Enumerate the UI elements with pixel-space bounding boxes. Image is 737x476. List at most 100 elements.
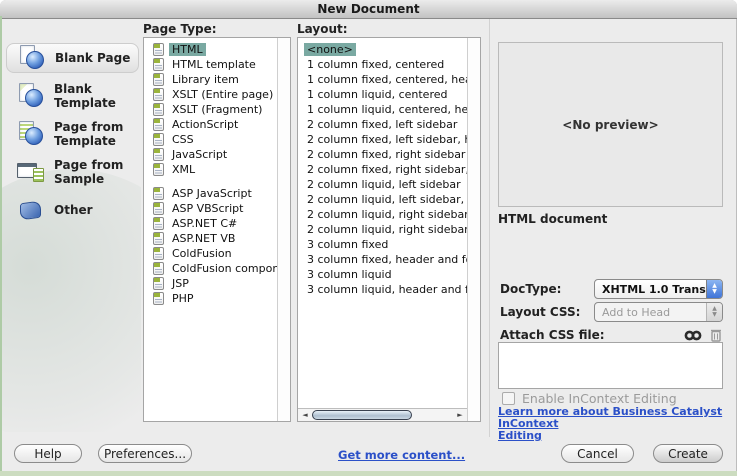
scrollbar-left-arrow-icon[interactable]: ◄ — [299, 409, 311, 421]
blank-page-icon — [17, 45, 47, 71]
file-type-icon — [153, 43, 164, 56]
layout-item-label: 1 column fixed, centered, header and foo… — [304, 73, 467, 86]
no-preview-text: <No preview> — [562, 118, 658, 132]
layout-item[interactable]: 1 column fixed, centered, header and foo… — [298, 72, 467, 87]
layout-item-label: 2 column liquid, right sidebar — [304, 208, 467, 221]
page-type-item[interactable]: HTML — [144, 42, 277, 57]
page-type-item[interactable]: ASP.NET VB — [144, 231, 277, 246]
layout-item-label: 3 column fixed — [304, 238, 391, 251]
preview-pane: <No preview> — [498, 42, 723, 207]
file-type-icon — [153, 217, 164, 230]
sidebar-item-blank-page[interactable]: Blank Page — [6, 43, 139, 73]
sidebar-item-blank-template[interactable]: Blank Template — [6, 81, 139, 111]
dialog-surface: New Document Blank Page Blank Template P… — [0, 0, 737, 476]
layout-item-label: 2 column liquid, right sidebar, header a… — [304, 223, 467, 236]
page-type-vertical-scrollbar[interactable] — [277, 38, 290, 421]
layout-item[interactable]: 1 column liquid, centered — [298, 87, 467, 102]
layout-css-label: Layout CSS: — [500, 305, 580, 319]
doctype-label: DocType: — [500, 282, 561, 296]
layout-item-label: 2 column fixed, left sidebar, header and… — [304, 133, 467, 146]
page-type-item[interactable]: Library item — [144, 72, 277, 87]
page-type-item[interactable]: ASP JavaScript — [144, 186, 277, 201]
page-type-item[interactable]: JavaScript — [144, 147, 277, 162]
file-type-icon — [153, 148, 164, 161]
layout-item[interactable]: 2 column liquid, left sidebar, header an… — [298, 192, 467, 207]
sidebar-item-label: Page from Template — [54, 120, 139, 148]
layout-item[interactable]: 2 column liquid, left sidebar — [298, 177, 467, 192]
help-button[interactable]: Help — [14, 444, 82, 463]
layout-item[interactable]: 3 column liquid, header and footer — [298, 282, 467, 297]
sidebar-item-label: Blank Template — [54, 82, 139, 110]
page-type-item[interactable]: PHP — [144, 291, 277, 306]
layout-item[interactable]: 3 column fixed, header and footer — [298, 252, 467, 267]
page-type-item-label: ColdFusion — [169, 247, 235, 260]
layout-item[interactable]: 2 column liquid, right sidebar — [298, 207, 467, 222]
layout-css-select[interactable]: Add to Head ▲ ▼ — [594, 302, 723, 322]
file-type-icon — [153, 232, 164, 245]
attach-css-file-list[interactable] — [498, 342, 723, 389]
layout-item-label: 2 column fixed, left sidebar — [304, 118, 460, 131]
scrollbar-thumb[interactable] — [312, 410, 412, 420]
page-type-label: Page Type: — [143, 22, 217, 36]
sidebar-item-page-from-sample[interactable]: Page from Sample — [6, 157, 139, 187]
stepper-icon[interactable]: ▲ ▼ — [706, 280, 722, 298]
layout-item[interactable]: 1 column fixed, centered — [298, 57, 467, 72]
layout-list[interactable]: <none> 1 column fixed, centered 1 column… — [298, 38, 467, 408]
page-type-item[interactable]: JSP — [144, 276, 277, 291]
attach-css-delete-icon[interactable] — [710, 328, 722, 342]
layout-item[interactable]: 2 column fixed, left sidebar — [298, 117, 467, 132]
layout-item-label: 3 column liquid — [304, 268, 395, 281]
layout-item[interactable]: 2 column fixed, right sidebar — [298, 147, 467, 162]
page-type-item[interactable]: XSLT (Fragment) — [144, 102, 277, 117]
page-type-item[interactable]: ColdFusion component — [144, 261, 277, 276]
page-type-item-label: ActionScript — [169, 118, 241, 131]
chevron-down-icon: ▼ — [712, 312, 717, 318]
sidebar-item-other[interactable]: Other — [6, 195, 139, 225]
layout-item-label: 3 column fixed, header and footer — [304, 253, 467, 266]
scrollbar-right-arrow-icon[interactable]: ► — [454, 409, 466, 421]
layout-item[interactable]: 3 column fixed — [298, 237, 467, 252]
sidebar-item-page-from-template[interactable]: Page from Template — [6, 119, 139, 149]
layout-item-label: 2 column fixed, right sidebar, header an… — [304, 163, 467, 176]
link-line-1: Learn more about Business Catalyst InCon… — [498, 406, 736, 430]
page-type-item-label: XSLT (Fragment) — [169, 103, 265, 116]
page-type-item[interactable]: ColdFusion — [144, 246, 277, 261]
page-type-item-label: CSS — [169, 133, 197, 146]
page-type-item[interactable] — [144, 177, 277, 186]
create-button[interactable]: Create — [653, 444, 723, 463]
page-type-item[interactable]: XSLT (Entire page) — [144, 87, 277, 102]
get-more-content-link[interactable]: Get more content... — [338, 448, 465, 462]
layout-vertical-scrollbar[interactable] — [467, 38, 480, 408]
page-type-item[interactable]: HTML template — [144, 57, 277, 72]
page-type-item[interactable]: ASP VBScript — [144, 201, 277, 216]
layout-item-label: 1 column fixed, centered — [304, 58, 447, 71]
cancel-button[interactable]: Cancel — [561, 444, 634, 463]
layout-item[interactable]: 2 column fixed, right sidebar, header an… — [298, 162, 467, 177]
layout-item[interactable]: <none> — [298, 42, 467, 57]
page-type-item-label: HTML — [169, 43, 206, 56]
layout-horizontal-scrollbar[interactable]: ◄ ► — [298, 408, 467, 421]
preferences-button[interactable]: Preferences... — [98, 444, 192, 463]
layout-item[interactable]: 2 column liquid, right sidebar, header a… — [298, 222, 467, 237]
attach-css-link-icon[interactable] — [684, 330, 702, 341]
chevron-down-icon: ▼ — [712, 289, 717, 295]
page-type-item[interactable]: ActionScript — [144, 117, 277, 132]
page-type-item[interactable]: CSS — [144, 132, 277, 147]
page-type-item[interactable]: XML — [144, 162, 277, 177]
file-type-icon — [153, 292, 164, 305]
layout-item[interactable]: 2 column fixed, left sidebar, header and… — [298, 132, 467, 147]
file-type-icon — [153, 277, 164, 290]
page-type-item[interactable]: ASP.NET C# — [144, 216, 277, 231]
layout-item-label: <none> — [304, 43, 356, 56]
file-type-icon — [153, 202, 164, 215]
layout-item[interactable]: 3 column liquid — [298, 267, 467, 282]
incontext-learn-more-link[interactable]: Learn more about Business Catalyst InCon… — [498, 406, 736, 442]
page-from-sample-icon — [16, 159, 46, 185]
title-bar[interactable]: New Document — [0, 0, 737, 19]
layout-item-label: 2 column fixed, right sidebar — [304, 148, 467, 161]
doctype-select[interactable]: XHTML 1.0 Transitional ▲ ▼ — [594, 279, 723, 299]
layout-item[interactable]: 1 column liquid, centered, header and fo… — [298, 102, 467, 117]
page-type-list[interactable]: HTML HTML template Library item — [144, 38, 277, 421]
incontext-checkbox[interactable] — [502, 392, 515, 405]
stepper-icon[interactable]: ▲ ▼ — [706, 303, 722, 321]
